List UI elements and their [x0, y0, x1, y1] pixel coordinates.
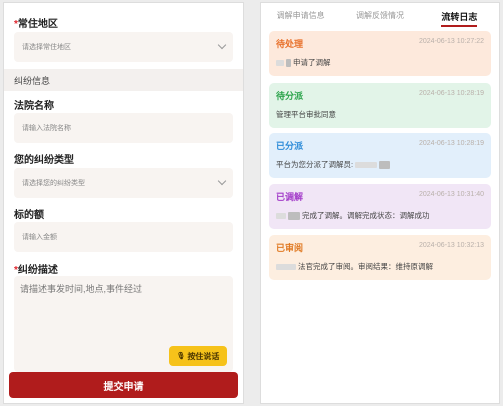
log-text: 法官完成了审阅。审阅结果：维持原调解 [276, 261, 484, 272]
log-card-assigned: 已分派 2024-06-13 10:28:19 平台为您分派了调解员: [269, 133, 491, 178]
tab-application-info[interactable]: 调解申请信息 [261, 7, 340, 25]
tab-bar: 调解申请信息 调解反馈情况 流转日志 [261, 7, 499, 27]
court-input-placeholder: 请输入法院名称 [22, 125, 71, 132]
log-time: 2024-06-13 10:32:13 [419, 242, 484, 249]
chevron-down-icon [217, 176, 227, 186]
dispute-type-select[interactable]: 请选择您的纠纷类型 [14, 168, 233, 198]
log-text: 平台为您分派了调解员: [276, 159, 484, 170]
region-select-placeholder: 请选择常住地区 [22, 44, 71, 51]
region-select[interactable]: 请选择常住地区 [14, 32, 233, 62]
log-text: 管理平台审批同意 [276, 110, 336, 119]
description-placeholder: 请描述事发时间,地点,事件经过 [20, 284, 143, 294]
log-time: 2024-06-13 10:27:22 [419, 38, 484, 45]
tab-flow-log[interactable]: 流转日志 [420, 7, 499, 27]
description-textarea[interactable]: 请描述事发时间,地点,事件经过 🎙 按住说话 [14, 276, 233, 372]
amount-input-placeholder: 请输入金额 [22, 234, 57, 241]
log-card-to-assign: 待分派 2024-06-13 10:28:19 管理平台审批同意 [269, 83, 491, 128]
hold-to-talk-label: 按住说话 [187, 351, 220, 361]
court-label: 法院名称 [14, 101, 54, 112]
submit-button[interactable]: 提交申请 [9, 372, 238, 398]
log-card-mediated: 已调解 2024-06-13 10:31:40 完成了调解。调解完成状态：调解成… [269, 184, 491, 229]
court-input[interactable]: 请输入法院名称 [14, 113, 233, 143]
log-time: 2024-06-13 10:31:40 [419, 191, 484, 198]
log-text: 申请了调解 [276, 57, 484, 68]
microphone-icon: 🎙 [176, 353, 186, 360]
log-card-pending: 待处理 2024-06-13 10:27:22 申请了调解 [269, 31, 491, 76]
amount-label: 标的额 [14, 210, 44, 221]
mediation-log-panel: 调解申请信息 调解反馈情况 流转日志 待处理 2024-06-13 10:27:… [260, 2, 500, 404]
dispute-type-label: 您的纠纷类型 [14, 155, 74, 166]
log-card-reviewed: 已审阅 2024-06-13 10:32:13 法官完成了审阅。审阅结果：维持原… [269, 235, 491, 280]
chevron-down-icon [217, 40, 227, 50]
log-time: 2024-06-13 10:28:19 [419, 140, 484, 147]
hold-to-talk-button[interactable]: 🎙 按住说话 [169, 346, 227, 366]
mediation-application-form: *常住地区 请选择常住地区 纠纷信息 法院名称 请输入法院名称 您的纠纷类型 请… [3, 2, 244, 404]
log-text: 完成了调解。调解完成状态：调解成功 [276, 210, 484, 221]
amount-input[interactable]: 请输入金额 [14, 222, 233, 252]
region-label: *常住地区 [14, 19, 58, 30]
tab-feedback[interactable]: 调解反馈情况 [340, 7, 419, 25]
log-time: 2024-06-13 10:28:19 [419, 90, 484, 97]
section-title: 纠纷信息 [4, 69, 243, 91]
description-label: *纠纷描述 [14, 265, 58, 276]
dispute-type-placeholder: 请选择您的纠纷类型 [22, 180, 85, 187]
